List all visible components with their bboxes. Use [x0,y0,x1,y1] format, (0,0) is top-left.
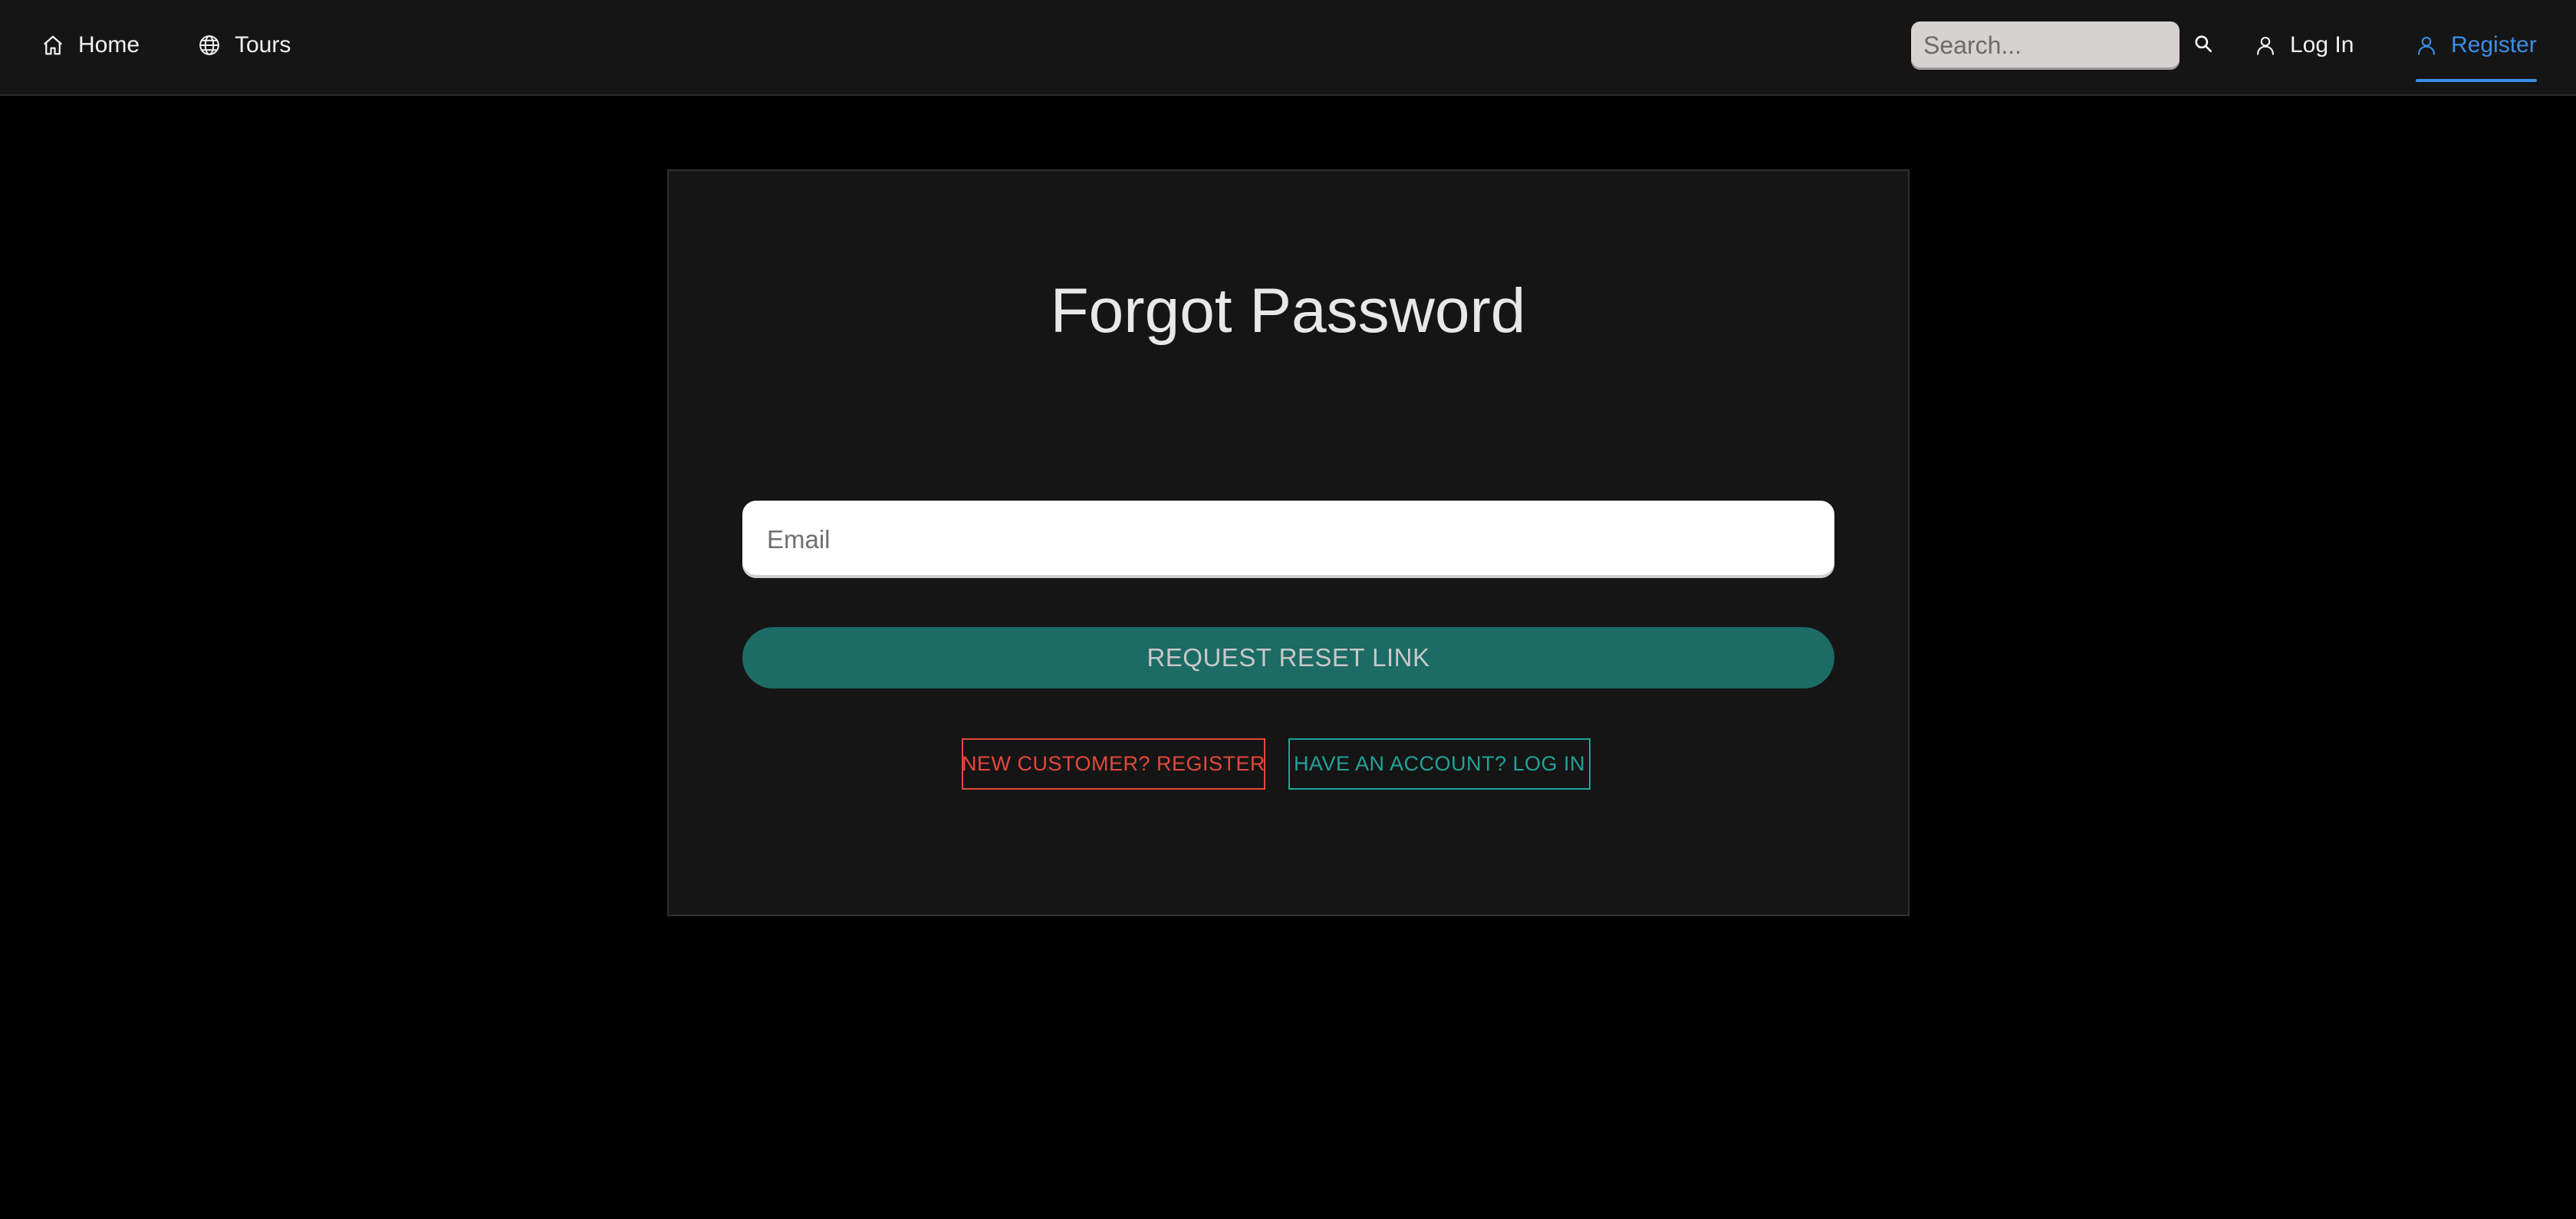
nav-register-label: Register [2451,31,2537,58]
nav-register-link[interactable]: Register [2416,0,2537,90]
user-icon [2416,34,2437,57]
active-tab-indicator [2416,79,2537,82]
email-field[interactable] [742,501,1834,578]
search-icon [2193,34,2213,58]
request-reset-link-button[interactable]: REQUEST RESET LINK [742,627,1834,688]
nav-home-link[interactable]: Home [41,0,140,90]
nav-login-label: Log In [2290,31,2354,58]
top-navbar: Home Tours Log In [0,0,2576,96]
nav-tours-link[interactable]: Tours [198,0,291,90]
nav-tours-label: Tours [235,31,291,58]
page-title: Forgot Password [1050,276,1526,346]
nav-login-link[interactable]: Log In [2255,0,2354,90]
register-link-button[interactable]: NEW CUSTOMER? REGISTER [962,738,1265,790]
globe-icon [198,34,221,57]
nav-home-label: Home [78,31,140,58]
login-link-button[interactable]: HAVE AN ACCOUNT? LOG IN [1288,738,1591,790]
user-icon [2255,34,2276,57]
search-button[interactable] [2187,29,2219,61]
search-input[interactable] [1911,21,2180,70]
home-icon [41,34,64,57]
